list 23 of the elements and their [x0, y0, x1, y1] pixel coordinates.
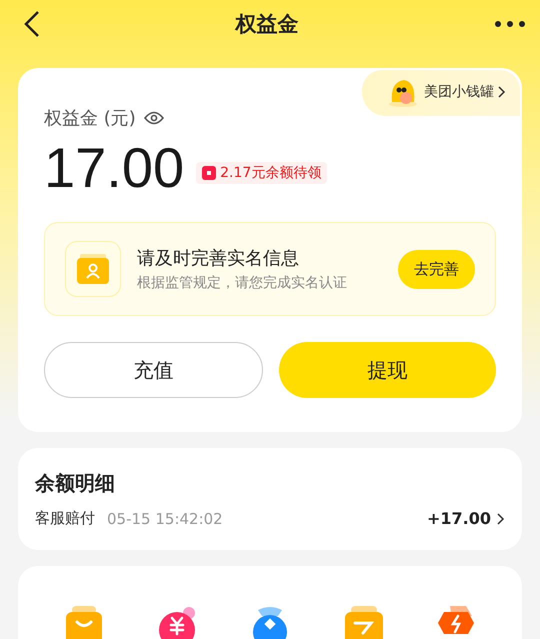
back-icon[interactable]: [24, 10, 40, 38]
transaction-time: 05-15 15:42:02: [107, 510, 224, 528]
yuan-icon[interactable]: [157, 604, 198, 639]
withdraw-button[interactable]: 提现: [279, 342, 496, 398]
wallet-icon[interactable]: [342, 604, 383, 639]
more-icon[interactable]: [494, 20, 526, 28]
id-folder-icon: [65, 241, 121, 297]
notice-subtitle: 根据监管规定，请您完成实名认证: [137, 274, 348, 292]
bag-icon[interactable]: [64, 604, 104, 639]
pending-badge[interactable]: 2.17元余额待领: [196, 162, 328, 184]
complete-button[interactable]: 去完善: [398, 250, 475, 288]
transaction-name: 客服赔付: [35, 509, 95, 528]
balance-label: 权益金 (元): [44, 107, 136, 130]
chevron-icon[interactable]: [497, 512, 505, 524]
section-title: 余额明细: [35, 470, 116, 497]
balance-amount: 17.00: [44, 136, 184, 200]
top-up-button[interactable]: 充值: [44, 342, 263, 398]
page-title: 权益金: [236, 11, 298, 38]
eye-icon[interactable]: [144, 111, 164, 125]
piggy-bank-link[interactable]: 美团小钱罐: [362, 70, 520, 116]
notice-title: 请及时完善实名信息: [137, 247, 300, 270]
transaction-amount: +17.00: [426, 509, 491, 528]
chevron-icon: [498, 86, 506, 98]
